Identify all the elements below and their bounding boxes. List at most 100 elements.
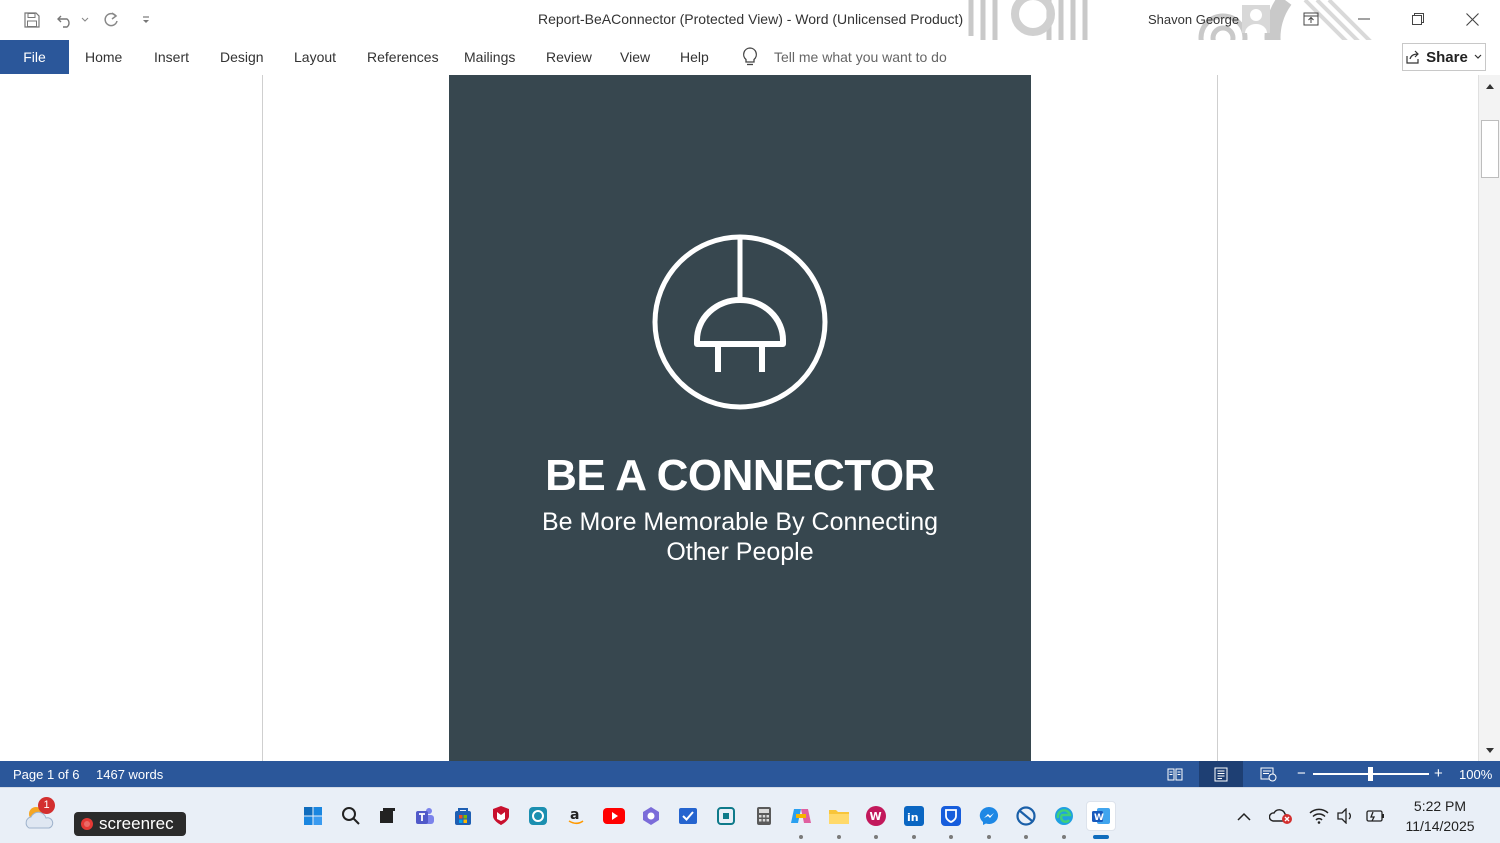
- todo-icon[interactable]: [674, 802, 702, 830]
- taskbar: 1 screenrec a W in W 5:22 PM 11/14/2025: [0, 787, 1500, 843]
- running-indicator: [874, 835, 878, 839]
- right-margin-guide: [1217, 75, 1218, 761]
- app-icon[interactable]: [1012, 802, 1040, 830]
- restore-icon[interactable]: [1403, 6, 1433, 32]
- document-canvas[interactable]: BE A CONNECTOR Be More Memorable By Conn…: [0, 75, 1478, 761]
- running-indicator: [912, 835, 916, 839]
- wifi-icon[interactable]: [1307, 804, 1331, 828]
- chevron-down-icon: [1474, 54, 1482, 59]
- ribbon-tabs: File Home Insert Design Layout Reference…: [0, 40, 1500, 75]
- share-icon: [1406, 50, 1419, 64]
- svg-text:in: in: [907, 811, 919, 824]
- running-indicator: [949, 835, 953, 839]
- tell-me-search[interactable]: Tell me what you want to do: [740, 40, 947, 74]
- cover-subtitle-line2: Other People: [666, 538, 814, 566]
- tab-design[interactable]: Design: [220, 40, 264, 74]
- tab-references[interactable]: References: [367, 40, 439, 74]
- linkedin-icon[interactable]: in: [900, 802, 928, 830]
- onedrive-error-icon[interactable]: [1269, 804, 1293, 828]
- page-count[interactable]: Page 1 of 6: [13, 767, 80, 782]
- plug-icon: [652, 234, 828, 410]
- share-button[interactable]: Share: [1402, 43, 1486, 71]
- bitwarden-icon[interactable]: [937, 802, 965, 830]
- youtube-icon[interactable]: [600, 802, 628, 830]
- print-layout-icon[interactable]: [1199, 761, 1243, 787]
- app-icon[interactable]: [524, 802, 552, 830]
- svg-text:W: W: [870, 810, 882, 823]
- share-label: Share: [1426, 48, 1468, 66]
- scrollbar-thumb[interactable]: [1481, 120, 1499, 178]
- avatar[interactable]: [1242, 5, 1270, 33]
- volume-icon[interactable]: [1334, 804, 1358, 828]
- task-view-icon[interactable]: [373, 802, 401, 830]
- edge-icon[interactable]: [1050, 802, 1078, 830]
- running-indicator: [837, 835, 841, 839]
- battery-charging-icon[interactable]: [1363, 804, 1387, 828]
- file-explorer-icon[interactable]: [825, 802, 853, 830]
- tab-review[interactable]: Review: [546, 40, 592, 74]
- left-margin-guide: [262, 75, 263, 761]
- tab-mailings[interactable]: Mailings: [464, 40, 515, 74]
- close-icon[interactable]: [1457, 6, 1487, 32]
- tab-home[interactable]: Home: [85, 40, 122, 74]
- search-icon[interactable]: [337, 802, 365, 830]
- customize-qat-icon[interactable]: [134, 8, 158, 32]
- svg-text:a: a: [570, 807, 579, 823]
- word-count[interactable]: 1467 words: [96, 767, 163, 782]
- copilot-icon[interactable]: [787, 802, 815, 830]
- svg-text:W: W: [1094, 813, 1104, 823]
- system-clock[interactable]: 5:22 PM 11/14/2025: [1394, 796, 1486, 836]
- tab-layout[interactable]: Layout: [294, 40, 336, 74]
- ribbon-display-options-icon[interactable]: [1296, 6, 1326, 32]
- scroll-up-icon[interactable]: [1481, 77, 1499, 95]
- clock-time: 5:22 PM: [1413, 798, 1467, 814]
- tab-view[interactable]: View: [620, 40, 650, 74]
- zoom-level[interactable]: 100%: [1459, 767, 1492, 782]
- tab-help[interactable]: Help: [680, 40, 709, 74]
- store-icon[interactable]: [449, 802, 477, 830]
- weather-badge: 1: [38, 797, 55, 814]
- screenrec-widget[interactable]: screenrec: [74, 812, 186, 836]
- running-indicator: [799, 835, 803, 839]
- active-indicator: [1093, 835, 1109, 839]
- start-icon[interactable]: [299, 802, 327, 830]
- scroll-down-icon[interactable]: [1481, 741, 1499, 759]
- minimize-icon[interactable]: [1349, 6, 1379, 32]
- messenger-icon[interactable]: [975, 802, 1003, 830]
- screenrec-label: screenrec: [99, 814, 174, 833]
- zoom-out-icon[interactable]: −: [1297, 765, 1306, 782]
- zoom-in-icon[interactable]: +: [1434, 765, 1443, 782]
- running-indicator: [987, 835, 991, 839]
- zoom-slider[interactable]: [1313, 767, 1429, 781]
- tell-me-placeholder[interactable]: Tell me what you want to do: [774, 49, 947, 65]
- weather-icon[interactable]: 1: [22, 797, 56, 834]
- tab-file[interactable]: File: [0, 40, 69, 74]
- redo-icon[interactable]: [99, 8, 123, 32]
- mcafee-icon[interactable]: [487, 802, 515, 830]
- calculator-icon[interactable]: [750, 802, 778, 830]
- running-indicator: [1062, 835, 1066, 839]
- save-icon[interactable]: [20, 8, 44, 32]
- web-layout-icon[interactable]: [1246, 761, 1290, 787]
- word-icon[interactable]: W: [1086, 801, 1116, 831]
- title-bar: Report-BeAConnector (Protected View) - W…: [0, 0, 1500, 75]
- user-name[interactable]: Shavon George: [1148, 12, 1239, 27]
- chevron-up-icon[interactable]: [1232, 804, 1256, 828]
- running-indicator: [1024, 835, 1028, 839]
- clock-date: 11/14/2025: [1405, 818, 1475, 834]
- app-icon[interactable]: [637, 802, 665, 830]
- vertical-scrollbar[interactable]: [1478, 75, 1500, 761]
- cover-page: BE A CONNECTOR Be More Memorable By Conn…: [449, 75, 1031, 761]
- teams-icon[interactable]: [411, 802, 439, 830]
- window-title: Report-BeAConnector (Protected View) - W…: [538, 11, 964, 27]
- undo-dropdown-icon[interactable]: [78, 8, 92, 32]
- read-mode-icon[interactable]: [1153, 761, 1197, 787]
- zoom-slider-thumb[interactable]: [1368, 767, 1373, 781]
- tab-insert[interactable]: Insert: [154, 40, 189, 74]
- amazon-icon[interactable]: a: [562, 802, 590, 830]
- app-icon[interactable]: W: [862, 802, 890, 830]
- cover-title: BE A CONNECTOR: [545, 451, 935, 500]
- undo-icon[interactable]: [53, 8, 79, 32]
- app-icon[interactable]: [712, 802, 740, 830]
- cover-subtitle: Be More Memorable By Connecting Other Pe…: [509, 507, 971, 567]
